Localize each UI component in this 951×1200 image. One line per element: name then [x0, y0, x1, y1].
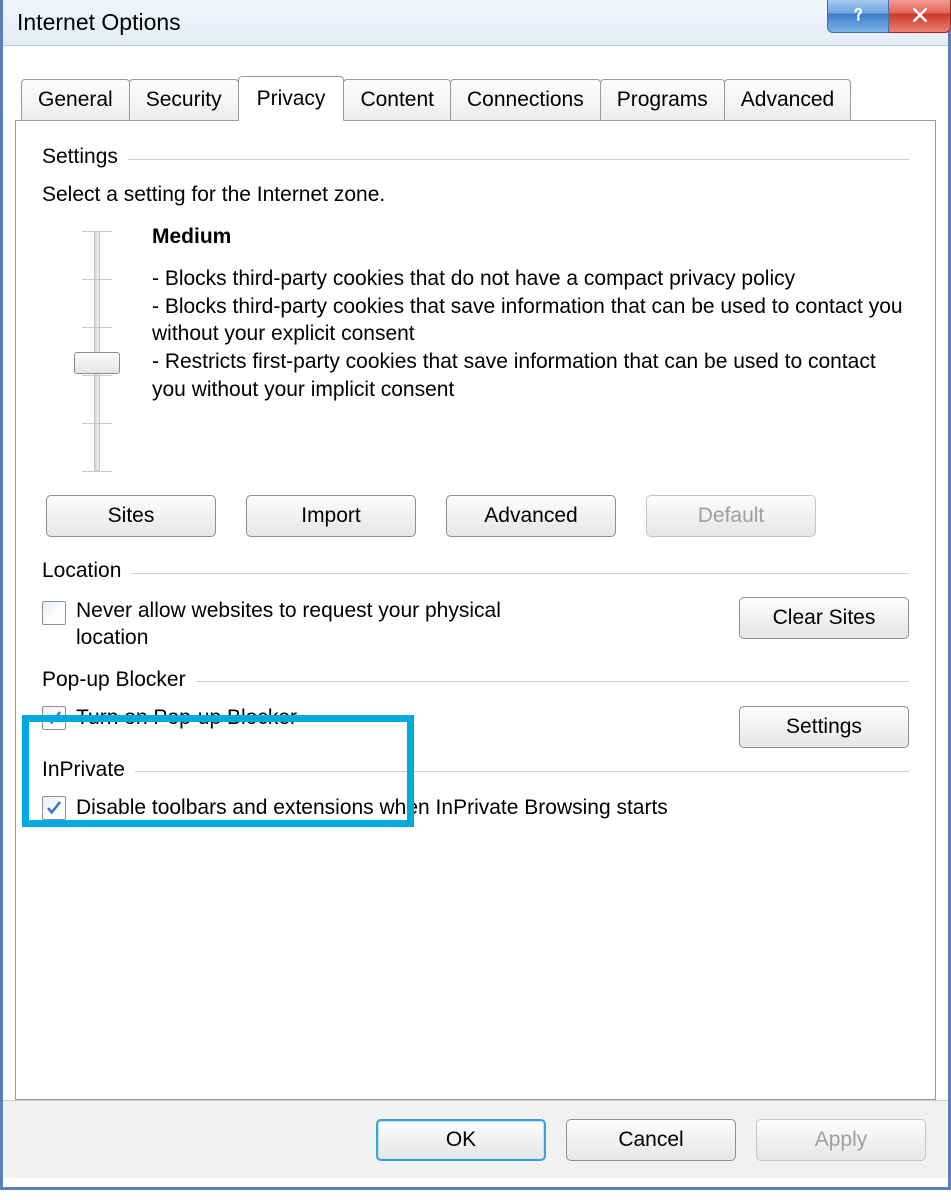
- dialog-window: Internet Options General Security Privac…: [0, 0, 951, 1190]
- slider-thumb[interactable]: [74, 352, 120, 374]
- dialog-footer: OK Cancel Apply: [3, 1100, 948, 1178]
- tab-general[interactable]: General: [21, 79, 130, 121]
- group-location-header: Location: [42, 559, 909, 583]
- ok-button[interactable]: OK: [376, 1119, 546, 1161]
- group-inprivate-label: InPrivate: [42, 758, 125, 782]
- cancel-button[interactable]: Cancel: [566, 1119, 736, 1161]
- tab-security[interactable]: Security: [129, 79, 239, 121]
- tab-panel-privacy: Settings Select a setting for the Intern…: [15, 120, 936, 1100]
- divider: [135, 771, 909, 772]
- apply-button: Apply: [756, 1119, 926, 1161]
- privacy-level-name: Medium: [152, 225, 909, 249]
- window-title: Internet Options: [17, 9, 181, 36]
- import-button[interactable]: Import: [246, 495, 416, 537]
- tab-content[interactable]: Content: [343, 79, 451, 121]
- inprivate-disable-toolbars-label: Disable toolbars and extensions when InP…: [76, 796, 668, 820]
- clear-sites-button[interactable]: Clear Sites: [739, 597, 909, 639]
- group-settings-header: Settings: [42, 145, 909, 169]
- group-settings-label: Settings: [42, 145, 118, 169]
- tab-privacy[interactable]: Privacy: [238, 76, 345, 121]
- tab-connections[interactable]: Connections: [450, 79, 601, 121]
- popup-settings-button[interactable]: Settings: [739, 706, 909, 748]
- titlebar-close-button[interactable]: [889, 0, 951, 33]
- group-location-label: Location: [42, 559, 121, 583]
- inprivate-disable-toolbars-checkbox[interactable]: [42, 796, 66, 820]
- default-button: Default: [646, 495, 816, 537]
- privacy-level-slider[interactable]: [72, 231, 122, 471]
- group-popup-label: Pop-up Blocker: [42, 668, 186, 692]
- group-popup-header: Pop-up Blocker: [42, 668, 909, 692]
- advanced-button[interactable]: Advanced: [446, 495, 616, 537]
- popup-blocker-label: Turn on Pop-up Blocker: [76, 706, 297, 730]
- location-never-allow-checkbox[interactable]: [42, 601, 66, 625]
- divider: [128, 159, 909, 160]
- privacy-level-description: - Blocks third-party cookies that do not…: [152, 265, 909, 404]
- tab-advanced[interactable]: Advanced: [724, 79, 851, 121]
- group-inprivate-header: InPrivate: [42, 758, 909, 782]
- divider: [131, 573, 909, 574]
- settings-intro-text: Select a setting for the Internet zone.: [42, 183, 909, 207]
- divider: [196, 681, 909, 682]
- title-bar: Internet Options: [3, 0, 948, 46]
- popup-blocker-checkbox[interactable]: [42, 706, 66, 730]
- location-never-allow-label: Never allow websites to request your phy…: [76, 597, 536, 652]
- titlebar-help-button[interactable]: [827, 0, 889, 33]
- dialog-content: General Security Privacy Content Connect…: [3, 46, 948, 1100]
- tab-strip: General Security Privacy Content Connect…: [15, 76, 936, 121]
- tab-programs[interactable]: Programs: [600, 79, 725, 121]
- sites-button[interactable]: Sites: [46, 495, 216, 537]
